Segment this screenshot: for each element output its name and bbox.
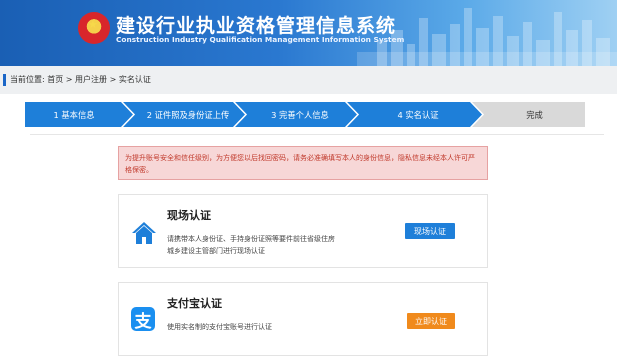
- national-emblem-icon: ★: [78, 12, 110, 44]
- step-complete: 完成: [526, 109, 543, 120]
- alipay-auth-button[interactable]: 立即认证: [407, 313, 455, 329]
- alipay-icon: 支: [131, 307, 155, 332]
- onsite-auth-button[interactable]: 现场认证: [405, 223, 455, 239]
- step-basic-info: 1 基本信息: [53, 109, 95, 120]
- onsite-auth-desc: 请携带本人身份证、手持身份证照等要件前往省级住房城乡建设主管部门进行现场认证: [167, 235, 335, 255]
- step-personal-info: 3 完善个人信息: [271, 109, 329, 120]
- privacy-alert: 为提升账号安全和信任级别，为方便您以后找回密码，请务必准确填写本人的身份信息，隐…: [118, 146, 488, 180]
- step-id-upload: 2 证件照及身份证上传: [146, 109, 230, 120]
- onsite-auth-title: 现场认证: [167, 209, 211, 222]
- breadcrumb-separator: >: [109, 75, 117, 84]
- breadcrumb: 当前位置: 首页 > 用户注册 > 实名认证: [10, 74, 151, 85]
- alipay-auth-desc: 使用实名制的支付宝账号进行认证: [167, 323, 272, 331]
- breadcrumb-current: 实名认证: [118, 75, 151, 84]
- step-realname-auth: 4 实名认证: [397, 109, 439, 120]
- alipay-auth-title: 支付宝认证: [167, 297, 222, 310]
- alipay-auth-card: 支 支付宝认证 使用实名制的支付宝账号进行认证 立即认证: [118, 282, 488, 356]
- site-subtitle: Construction Industry Qualification Mana…: [116, 35, 405, 44]
- section-divider: [30, 134, 604, 135]
- breadcrumb-register[interactable]: 用户注册: [75, 75, 107, 84]
- home-icon: [132, 222, 156, 244]
- breadcrumb-home[interactable]: 首页: [47, 75, 63, 84]
- breadcrumb-bar: 当前位置: 首页 > 用户注册 > 实名认证: [0, 66, 617, 94]
- site-header: ★ 建设行业执业资格管理信息系统 Construction Industry Q…: [0, 0, 617, 66]
- breadcrumb-accent: [3, 74, 6, 86]
- breadcrumb-label: 当前位置:: [10, 75, 45, 84]
- breadcrumb-separator: >: [65, 75, 73, 84]
- site-title: 建设行业执业资格管理信息系统: [116, 15, 397, 37]
- onsite-auth-card: 现场认证 请携带本人身份证、手持身份证照等要件前往省级住房城乡建设主管部门进行现…: [118, 194, 488, 268]
- progress-steps: 1 基本信息 2 证件照及身份证上传 3 完善个人信息 4 实名认证 完成: [25, 102, 585, 127]
